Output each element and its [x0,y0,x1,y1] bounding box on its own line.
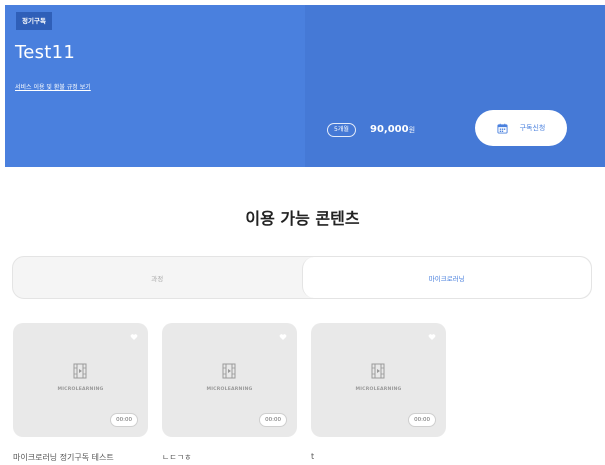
card-thumbnail[interactable]: MICROLEARNING 00:00 [13,323,148,437]
duration-badge: 00:00 [259,413,287,427]
content-tabs: 과정 마이크로러닝 [12,256,592,299]
policy-link[interactable]: 서비스 이용 및 환불 규정 보기 [15,82,91,91]
microlearning-label: MICROLEARNING [206,387,253,392]
card-thumbnail[interactable]: MICROLEARNING 00:00 [311,323,446,437]
hero-purchase-panel [305,5,605,167]
price: 90,000원 [370,122,415,138]
subscribe-button-label: 구독신청 [519,124,546,132]
film-icon [73,363,87,379]
calendar-icon [497,123,508,134]
content-card[interactable]: MICROLEARNING 00:00 마이크로러닝 정기구독 테스트 [13,323,148,463]
subscribe-button[interactable]: 구독신청 [475,110,567,146]
heart-icon[interactable] [428,333,436,341]
tab-microlearning[interactable]: 마이크로러닝 [301,257,591,298]
heart-icon[interactable] [279,333,287,341]
price-unit: 원 [408,126,416,134]
microlearning-label: MICROLEARNING [57,387,104,392]
card-title[interactable]: t [311,452,446,461]
microlearning-label: MICROLEARNING [355,387,402,392]
duration-badge: 00:00 [110,413,138,427]
card-title[interactable]: 마이크로러닝 정기구독 테스트 [13,452,148,463]
duration-badge: 00:00 [408,413,436,427]
card-title[interactable]: ㄴㄷㄱㅎ [162,452,297,463]
film-icon [222,363,236,379]
film-icon [371,363,385,379]
subscription-hero: 정기구독 Test11 서비스 이용 및 환불 규정 보기 5개월 90,000… [5,5,605,167]
section-title: 이용 가능 콘텐츠 [245,209,360,228]
price-value: 90,000 [370,124,409,135]
content-card[interactable]: MICROLEARNING 00:00 t [311,323,446,461]
subscription-badge: 정기구독 [16,12,52,30]
tab-course[interactable]: 과정 [13,257,302,298]
content-card[interactable]: MICROLEARNING 00:00 ㄴㄷㄱㅎ [162,323,297,463]
heart-icon[interactable] [130,333,138,341]
card-thumbnail[interactable]: MICROLEARNING 00:00 [162,323,297,437]
period-badge: 5개월 [327,123,356,137]
page-title: Test11 [15,42,76,63]
